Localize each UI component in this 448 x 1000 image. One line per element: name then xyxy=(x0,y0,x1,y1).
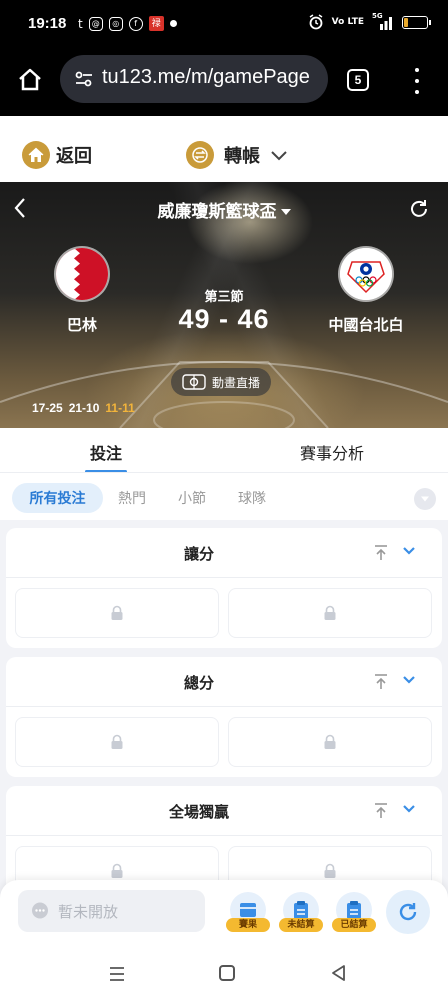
clipboard-check-icon xyxy=(347,901,361,919)
lock-icon xyxy=(324,734,336,749)
bet-action-bar: 暫未開放 賽果 未結算 已結算 xyxy=(0,880,448,950)
tab-analysis[interactable]: 賽事分析 xyxy=(300,440,364,464)
chevron-down-icon xyxy=(271,151,287,161)
court-icon xyxy=(182,374,206,390)
odds-slot-locked xyxy=(15,717,219,767)
period-label: 第三節 xyxy=(204,290,244,305)
dot-icon xyxy=(169,20,177,27)
battery-icon xyxy=(402,15,431,29)
league-selector[interactable]: 威廉瓊斯籃球盃 xyxy=(0,197,448,222)
settled-label: 已結算 xyxy=(332,918,376,932)
chevron-down-icon[interactable] xyxy=(402,675,416,685)
lock-icon xyxy=(324,863,336,878)
market-total: 總分 xyxy=(6,657,442,777)
instagram-icon: ◎ xyxy=(108,16,123,31)
filter-team[interactable]: 球隊 xyxy=(238,483,266,513)
pin-top-icon[interactable] xyxy=(374,545,388,561)
transfer-label: 轉帳 xyxy=(224,146,260,167)
back-label: 返回 xyxy=(56,146,92,167)
pin-top-icon[interactable] xyxy=(374,674,388,690)
filter-popular[interactable]: 熱門 xyxy=(118,483,146,513)
market-title: 全場獨贏 xyxy=(168,803,229,821)
settled-button[interactable]: 已結算 xyxy=(332,892,376,934)
quarter-score: 21-10 xyxy=(68,401,100,415)
system-status: Vo LTE 5G xyxy=(308,12,431,30)
url-text: tu123.me/m/gamePage xyxy=(102,66,310,88)
browser-menu-icon[interactable] xyxy=(412,68,422,94)
market-handicap: 讓分 xyxy=(6,528,442,648)
signal-icon: 5G xyxy=(372,12,394,30)
chevron-down-icon[interactable] xyxy=(402,804,416,814)
market-title: 總分 xyxy=(183,674,214,692)
content-tabs: 投注 賽事分析 xyxy=(0,428,448,473)
lock-icon xyxy=(111,863,123,878)
home-button-icon[interactable] xyxy=(219,965,235,981)
odds-slot-locked xyxy=(228,588,432,638)
status-bar: 19:18 t @ ◎ f 禄 Vo LTE 5G xyxy=(0,0,448,50)
market-header[interactable]: 全場獨贏 xyxy=(6,786,442,836)
network-label: 5G xyxy=(372,12,383,20)
filter-all-bets[interactable]: 所有投注 xyxy=(12,483,103,513)
lock-icon xyxy=(111,734,123,749)
odds-slot-locked xyxy=(15,588,219,638)
browser-toolbar: tu123.me/m/gamePage 5 xyxy=(0,50,448,116)
chevron-down-icon[interactable] xyxy=(402,546,416,556)
scoreboard: 威廉瓊斯籃球盃 巴林 中國台北白 第三節 49 - 46 動畫直播 17-25 2… xyxy=(0,182,448,428)
odds-slot-locked xyxy=(228,717,432,767)
current-quarter-score: 11-11 xyxy=(105,401,135,415)
status-time: 19:18 xyxy=(28,15,67,32)
bet-slip-placeholder: 暫未開放 xyxy=(58,902,119,921)
quarter-score: 17-25 xyxy=(32,401,63,415)
bet-filter-bar: 所有投注 熱門 小節 球隊 xyxy=(0,472,448,520)
tab-bet[interactable]: 投注 xyxy=(84,440,128,473)
tab-switcher-button[interactable]: 5 xyxy=(347,69,369,91)
transfer-button[interactable]: 轉帳 xyxy=(186,141,288,169)
home-icon xyxy=(22,141,50,169)
notification-icons: t @ ◎ f 禄 xyxy=(78,16,177,31)
league-name: 威廉瓊斯籃球盃 xyxy=(157,202,277,222)
reload-button[interactable] xyxy=(386,890,430,934)
lock-icon xyxy=(324,605,336,620)
system-nav-bar xyxy=(0,950,448,1000)
market-title: 讓分 xyxy=(183,545,214,563)
clipboard-icon xyxy=(294,901,308,919)
caret-down-icon xyxy=(280,209,291,215)
filter-quarter[interactable]: 小節 xyxy=(178,483,206,513)
refresh-icon xyxy=(399,903,417,921)
recent-apps-icon[interactable] xyxy=(108,966,126,982)
results-label: 賽果 xyxy=(226,918,270,932)
caret-down-icon xyxy=(421,496,429,502)
chat-bubble-icon xyxy=(32,902,48,919)
animation-live-button[interactable]: 動畫直播 xyxy=(171,368,271,396)
transfer-icon xyxy=(186,141,214,169)
refresh-icon[interactable] xyxy=(408,198,430,220)
app-icon: 禄 xyxy=(148,16,164,31)
results-icon xyxy=(240,903,256,917)
quarter-scores: 17-25 21-10 11-11 xyxy=(32,401,141,415)
tumblr-icon: t xyxy=(78,16,83,31)
url-bar[interactable]: tu123.me/m/gamePage xyxy=(60,55,328,103)
unsettled-button[interactable]: 未結算 xyxy=(279,892,323,934)
site-settings-icon[interactable] xyxy=(74,69,94,89)
back-button[interactable]: 返回 xyxy=(22,141,92,169)
unsettled-label: 未結算 xyxy=(279,918,323,932)
market-header[interactable]: 總分 xyxy=(6,657,442,707)
match-score: 49 - 46 xyxy=(178,304,270,334)
page-nav: 返回 轉帳 xyxy=(0,116,448,182)
pin-top-icon[interactable] xyxy=(374,803,388,819)
volte-label: Vo LTE xyxy=(331,16,364,27)
facebook-icon: f xyxy=(128,16,143,31)
market-header[interactable]: 讓分 xyxy=(6,528,442,578)
results-button[interactable]: 賽果 xyxy=(226,892,270,934)
threads-icon: @ xyxy=(88,16,103,31)
animation-label: 動畫直播 xyxy=(211,375,260,390)
filter-expand-button[interactable] xyxy=(414,488,436,510)
lock-icon xyxy=(111,605,123,620)
alarm-icon xyxy=(309,14,323,30)
bet-slip-input[interactable]: 暫未開放 xyxy=(18,890,205,932)
back-triangle-icon[interactable] xyxy=(330,964,346,982)
home-icon[interactable] xyxy=(16,66,44,94)
